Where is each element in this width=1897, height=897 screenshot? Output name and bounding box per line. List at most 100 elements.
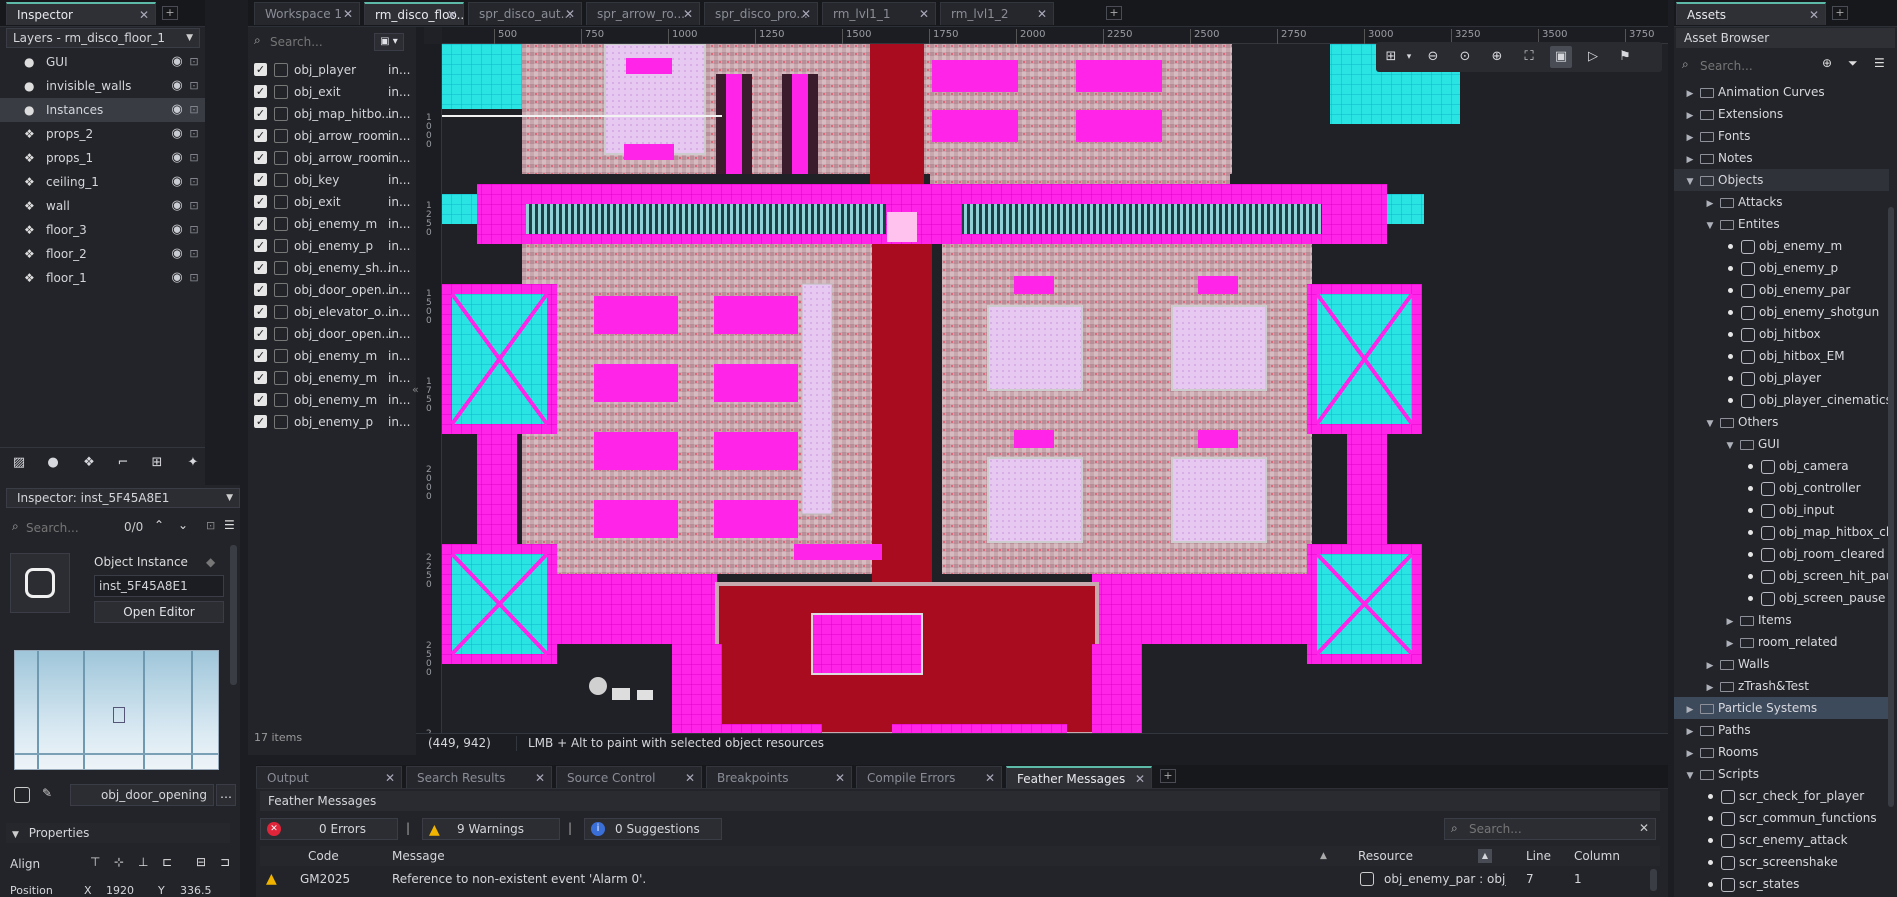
layer-item[interactable]: ❖ floor_1 ◉ ⊡ [0,266,205,290]
visibility-checkbox[interactable]: ✓ [254,173,267,186]
object-name-field[interactable]: obj_door_opening [70,784,214,806]
layer-item[interactable]: ● invisible_walls ◉ ⊡ [0,74,205,98]
asset-folder[interactable]: ▶ Items [1674,609,1889,631]
asset-folder[interactable]: ▶ Rooms [1674,741,1889,763]
expand-right-icon[interactable]: ▶ [1684,105,1696,127]
asset-item[interactable]: scr_commun_functions [1674,807,1889,829]
lock-icon[interactable]: ⊡ [188,103,200,117]
visibility-checkbox[interactable]: ✓ [254,63,267,76]
asset-item[interactable]: obj_enemy_shotgun [1674,301,1889,323]
document-tab[interactable]: rm_lvl1_2 ✕ [940,2,1054,25]
asset-folder[interactable]: ▶ Fonts [1674,125,1889,147]
toggle-view-icon[interactable]: ▣ [1550,46,1572,68]
instance-item[interactable]: ✓ obj_exit in... [248,81,416,103]
document-tab[interactable]: rm_disco_floo... ✕ [364,2,464,25]
instance-item[interactable]: ✓ obj_arrow_room in... [248,125,416,147]
visibility-checkbox[interactable]: ✓ [254,217,267,230]
expand-down-icon[interactable]: ▼ [1724,435,1736,457]
asset-item[interactable]: obj_map_hitbox_ch [1674,521,1889,543]
zoom-in-icon[interactable]: ⊕ [1486,46,1508,68]
asset-folder[interactable]: ▶ Walls [1674,653,1889,675]
instance-search-input[interactable] [270,31,370,53]
close-icon[interactable]: ✕ [139,4,149,25]
layer-item[interactable]: ❖ floor_2 ◉ ⊡ [0,242,205,266]
asset-item[interactable]: obj_screen_hit_pau [1674,565,1889,587]
expand-down-icon[interactable]: ▼ [1704,215,1716,237]
feather-search-input[interactable] [1469,819,1619,839]
asset-item[interactable]: obj_camera [1674,455,1889,477]
lock-icon[interactable]: ⊡ [188,199,200,213]
instance-item[interactable]: ✓ obj_player in... [248,59,416,81]
align-center-icon[interactable]: ⊹ [114,855,124,869]
instance-item[interactable]: ✓ obj_door_open... in... [248,323,416,345]
column-line[interactable]: Line [1526,846,1551,866]
asset-scrollbar[interactable] [1888,207,1894,807]
asset-item[interactable]: scr_enemy_attack [1674,829,1889,851]
visibility-checkbox[interactable]: ✓ [254,195,267,208]
output-tab[interactable]: Search Results ✕ [406,766,552,788]
layer-item[interactable]: ● Instances ◉ ⊡ [0,98,205,122]
close-icon[interactable]: ✕ [985,767,995,788]
add-tab-icon[interactable]: + [162,6,178,20]
fit-screen-icon[interactable]: ⛶ [1518,46,1540,68]
asset-folder[interactable]: ▼ Scripts [1674,763,1889,785]
output-tab[interactable]: Output ✕ [256,766,402,788]
messages-scrollbar[interactable] [1650,869,1657,891]
next-match-icon[interactable]: ⌄ [178,518,188,532]
instance-item[interactable]: ✓ obj_enemy_sh... in... [248,257,416,279]
close-icon[interactable]: ✕ [535,767,545,788]
edit-object-icon[interactable]: ✎ [42,786,52,800]
close-icon[interactable]: ✕ [1135,768,1145,788]
instance-item[interactable]: ✓ obj_key in... [248,169,416,191]
close-icon[interactable]: ✕ [919,3,929,25]
position-y-field[interactable]: 336.5 [180,884,212,897]
visibility-checkbox[interactable]: ✓ [254,239,267,252]
asset-item[interactable]: obj_hitbox [1674,323,1889,345]
instance-item[interactable]: ✓ obj_door_open... in... [248,279,416,301]
output-tab[interactable]: Feather Messages ✕ [1006,766,1152,788]
column-resource[interactable]: Resource [1358,846,1413,866]
instance-item[interactable]: ✓ obj_map_hitbo... in... [248,103,416,125]
chevron-down-icon[interactable]: ▾ [1398,46,1420,68]
add-effect-layer-icon[interactable]: ✦ [182,452,204,474]
asset-folder[interactable]: ▼ GUI [1674,433,1889,455]
eye-icon[interactable]: ◉ [168,149,186,167]
asset-search-input[interactable] [1700,55,1790,77]
instance-item[interactable]: ✓ obj_enemy_m in... [248,345,416,367]
layer-item[interactable]: ❖ props_2 ◉ ⊡ [0,122,205,146]
asset-folder[interactable]: ▶ Paths [1674,719,1889,741]
previous-match-icon[interactable]: ⌃ [154,518,164,532]
document-tab[interactable]: rm_lvl1_1 ✕ [822,2,936,25]
column-message[interactable]: Message [392,846,445,866]
layer-item[interactable]: ❖ floor_3 ◉ ⊡ [0,218,205,242]
output-tab[interactable]: Breakpoints ✕ [706,766,852,788]
eye-icon[interactable]: ◉ [168,173,186,191]
visibility-checkbox[interactable]: ✓ [254,107,267,120]
align-top-icon[interactable]: ⊏ [162,855,172,869]
asset-folder[interactable]: ▶ Attacks [1674,191,1889,213]
expand-right-icon[interactable]: ▶ [1684,127,1696,149]
properties-header[interactable]: ▼ Properties [6,823,230,843]
add-asset-icon[interactable]: ⊕ [1822,56,1832,70]
inspector-dropdown[interactable]: Inspector: inst_5F45A8E1 ▼ [6,488,240,508]
add-background-layer-icon[interactable]: ▨ [8,452,30,474]
expand-right-icon[interactable]: ▶ [1704,655,1716,677]
column-column[interactable]: Column [1574,846,1620,866]
inspector-search-input[interactable] [26,518,121,538]
expand-right-icon[interactable]: ▶ [1684,743,1696,765]
asset-folder[interactable]: ▶ Particle Systems [1674,697,1889,719]
visibility-checkbox[interactable]: ✓ [254,283,267,296]
room-map[interactable] [442,44,1668,733]
layer-item[interactable]: ❖ props_1 ◉ ⊡ [0,146,205,170]
sort-icon[interactable]: ▲ [1320,846,1327,866]
eye-icon[interactable]: ◉ [168,125,186,143]
asset-item[interactable]: obj_input [1674,499,1889,521]
expand-right-icon[interactable]: ▶ [1684,721,1696,743]
layer-item[interactable]: ● GUI ◉ ⊡ [0,50,205,74]
lock-icon[interactable]: ⊡ [188,175,200,189]
eye-icon[interactable]: ◉ [168,77,186,95]
instance-name-field[interactable]: inst_5F45A8E1 [94,575,224,597]
lock-icon[interactable]: ⊡ [188,55,200,69]
expand-down-icon[interactable]: ▼ [1684,171,1696,193]
expand-down-icon[interactable]: ▼ [1704,413,1716,435]
